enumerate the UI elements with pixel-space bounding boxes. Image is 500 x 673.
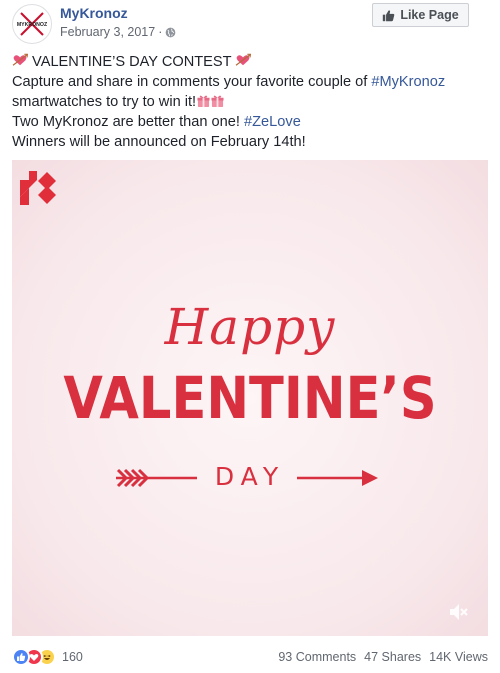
thumbs-up-icon: [383, 9, 395, 21]
avatar-logo-text: MYKRONOZ: [17, 22, 48, 28]
post-text-segment: Capture and share in comments your favor…: [12, 74, 372, 90]
post-line-4: Two MyKronoz are better than one! #ZeLov…: [12, 112, 490, 132]
heart-with-arrow-emoji: [12, 53, 28, 66]
contest-title: VALENTINE’S DAY CONTEST: [28, 54, 236, 70]
like-reaction-icon: [12, 648, 30, 666]
video-day-text: DAY: [214, 462, 286, 491]
post-text-segment: Two MyKronoz are better than one!: [12, 114, 245, 130]
post-header: MYKRONOZ MyKronoz February 3, 2017 · Lik…: [0, 0, 500, 50]
speaker-muted-icon[interactable]: [447, 601, 469, 623]
post-line-1: VALENTINE’S DAY CONTEST: [12, 52, 490, 72]
avatar[interactable]: MYKRONOZ: [12, 4, 52, 44]
date-separator: ·: [158, 25, 163, 39]
post-line-5: Winners will be announced on February 14…: [12, 132, 490, 152]
hashtag-zelove[interactable]: #ZeLove: [244, 114, 301, 130]
gift-emoji: [211, 95, 224, 108]
gift-emoji: [197, 95, 210, 108]
mykronoz-k-logo-icon: [20, 171, 56, 205]
video-day-row: DAY: [12, 460, 488, 500]
post-line-2: Capture and share in comments your favor…: [12, 72, 490, 92]
heart-with-arrow-emoji: [236, 53, 252, 66]
video-happy-text: Happy: [164, 298, 336, 356]
post-text-segment: smartwatches to try to win it!: [12, 94, 197, 110]
reaction-count: 160: [62, 650, 83, 664]
post-meta: February 3, 2017 ·: [60, 25, 176, 39]
comments-count[interactable]: 93 Comments: [278, 650, 356, 664]
video-player[interactable]: Happy VALENTINE’S DAY: [12, 160, 488, 636]
like-page-button[interactable]: Like Page: [372, 3, 469, 27]
post-stats: 93 Comments 47 Shares 14K Views: [278, 650, 488, 664]
views-count[interactable]: 14K Views: [429, 650, 488, 664]
globe-icon: [166, 27, 176, 37]
post-message: VALENTINE’S DAY CONTEST Capture and shar…: [12, 52, 490, 152]
video-valentines-text: VALENTINE’S: [63, 364, 437, 432]
hashtag-mykronoz[interactable]: #MyKronoz: [371, 74, 445, 90]
page-name[interactable]: MyKronoz: [60, 5, 128, 21]
post-date[interactable]: February 3, 2017: [60, 25, 155, 39]
post-text-segment: Winners will be announced on February 14…: [12, 134, 306, 150]
post-line-3: smartwatches to try to win it!: [12, 92, 490, 112]
shares-count[interactable]: 47 Shares: [364, 650, 421, 664]
like-page-label: Like Page: [400, 8, 459, 22]
reactions-summary[interactable]: 160: [12, 648, 83, 666]
post-footer: 160 93 Comments 47 Shares 14K Views: [0, 644, 500, 670]
